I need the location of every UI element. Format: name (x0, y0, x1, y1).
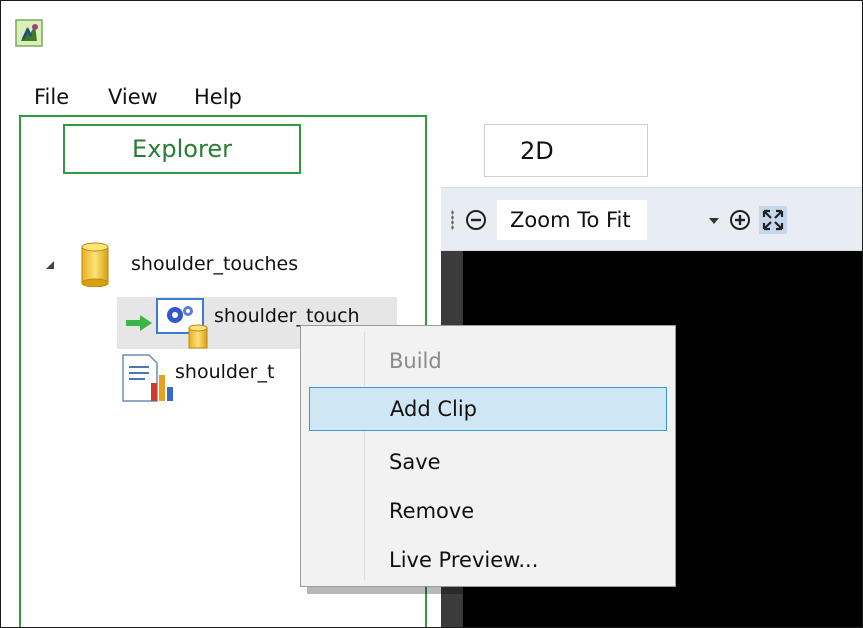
menu-item-save[interactable]: Save (309, 440, 667, 484)
database-icon (81, 242, 109, 287)
tab-explorer[interactable]: Explorer (63, 124, 301, 174)
gear-clip-icon (156, 298, 208, 349)
tree-item-root[interactable]: shoulder_touches (131, 253, 298, 275)
tree-item-clip[interactable]: shoulder_touch (214, 305, 360, 327)
menu-help[interactable]: Help (194, 85, 242, 109)
menu-view[interactable]: View (108, 85, 158, 109)
title-bar (1, 1, 862, 81)
app-window: File View Help Explorer 2D Zoom To Fit s… (0, 0, 863, 628)
fit-to-view-icon[interactable] (759, 206, 787, 234)
chevron-down-icon[interactable] (709, 218, 719, 224)
app-icon (15, 19, 43, 47)
tree-item-document[interactable]: shoulder_t (175, 361, 274, 383)
menu-item-add-clip[interactable]: Add Clip (309, 387, 667, 431)
menu-item-live-preview[interactable]: Live Preview... (309, 538, 667, 582)
document-chart-icon (122, 354, 173, 402)
menu-bar: File View Help (1, 81, 862, 115)
tab-2d[interactable]: 2D (484, 124, 648, 177)
context-menu: Build Add Clip Save Remove Live Preview.… (300, 325, 676, 587)
green-arrow-icon (126, 315, 152, 331)
zoom-out-icon[interactable] (465, 209, 487, 231)
toolbar-grip[interactable] (451, 210, 454, 230)
menu-item-build: Build (389, 349, 442, 373)
menu-file[interactable]: File (34, 85, 69, 109)
menu-item-remove[interactable]: Remove (309, 489, 667, 533)
zoom-select[interactable]: Zoom To Fit (497, 200, 647, 240)
viewer-toolbar: Zoom To Fit (441, 187, 862, 251)
expand-arrow-icon[interactable] (46, 261, 54, 269)
zoom-in-icon[interactable] (729, 209, 751, 231)
